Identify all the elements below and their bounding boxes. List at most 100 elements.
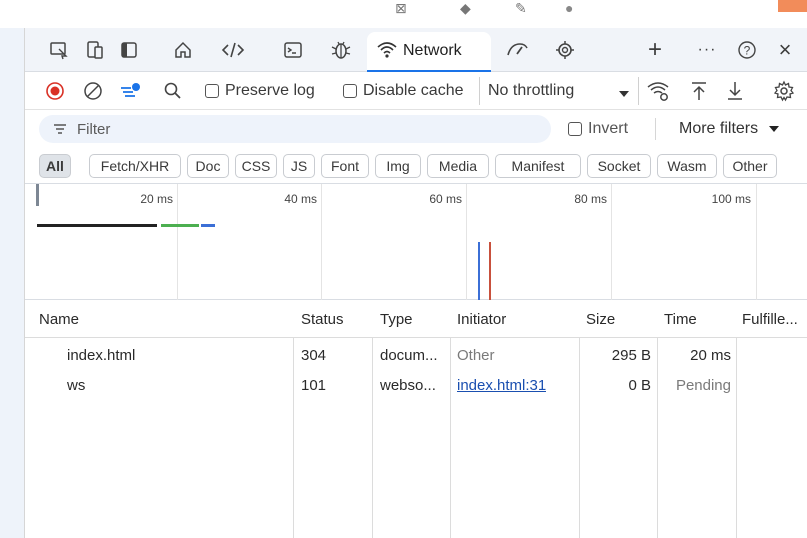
tab-network-label: Network	[403, 42, 462, 59]
network-settings-button[interactable]	[773, 72, 795, 110]
timeline-gridline	[321, 184, 322, 300]
upload-icon	[692, 82, 706, 100]
bug-debugger-icon[interactable]	[327, 36, 355, 64]
timeline-overview[interactable]: 20 ms 40 ms 60 ms 80 ms 100 ms	[25, 184, 807, 300]
record-icon	[46, 82, 64, 100]
request-name[interactable]: index.html	[67, 340, 135, 370]
elements-icon[interactable]	[219, 36, 247, 64]
wifi-settings-icon	[647, 82, 669, 101]
devtools-tabbar: Network + ··· ? ×	[25, 28, 807, 72]
more-filters-label: More filters	[679, 120, 759, 137]
wifi-icon	[377, 41, 397, 62]
import-har-button[interactable]	[689, 72, 709, 110]
request-status: 304	[301, 346, 327, 364]
chip-all[interactable]: All	[39, 154, 71, 178]
column-header-type[interactable]: Type	[380, 300, 413, 338]
domcontentloaded-marker	[478, 242, 480, 300]
chip-manifest[interactable]: Manifest	[495, 154, 581, 178]
column-header-time[interactable]: Time	[664, 300, 697, 338]
timeline-bar-receive	[161, 224, 199, 227]
download-icon	[728, 82, 742, 100]
filter-row: Filter Invert More filters	[25, 110, 807, 148]
table-row[interactable]: ws 101 webso... index.html:31 0 B Pendin…	[25, 370, 807, 400]
clear-button[interactable]	[83, 72, 103, 110]
column-header-initiator[interactable]: Initiator	[457, 300, 506, 338]
memory-icon[interactable]	[551, 36, 579, 64]
request-status: 101	[301, 376, 327, 394]
add-panel-icon[interactable]: +	[641, 36, 669, 64]
filter-lines-icon	[121, 83, 140, 97]
app-icon	[778, 0, 807, 12]
chip-css[interactable]: CSS	[235, 154, 277, 178]
chip-font[interactable]: Font	[321, 154, 369, 178]
export-har-button[interactable]	[725, 72, 745, 110]
gear-icon	[773, 80, 795, 102]
request-name[interactable]: ws	[67, 370, 85, 400]
disable-cache-label: Disable cache	[363, 82, 464, 99]
filter-input[interactable]: Filter	[39, 115, 551, 143]
record-button[interactable]	[45, 72, 65, 110]
network-toolbar: Preserve log Disable cache No throttling	[25, 72, 807, 110]
chip-wasm[interactable]: Wasm	[657, 154, 717, 178]
request-time: Pending	[675, 376, 731, 394]
inspect-element-icon[interactable]	[45, 36, 73, 64]
column-header-fulfilled-by[interactable]: Fulfille...	[742, 300, 807, 338]
performance-icon[interactable]	[503, 36, 531, 64]
timeline-tick-label: 60 ms	[429, 192, 462, 206]
window-icon: ◆	[460, 0, 471, 16]
welcome-home-icon[interactable]	[169, 36, 197, 64]
chip-js[interactable]: JS	[283, 154, 315, 178]
resource-type-filters: All Fetch/XHR Doc CSS JS Font Img Media …	[25, 148, 807, 184]
console-icon[interactable]	[279, 36, 307, 64]
checkbox-icon	[568, 122, 582, 136]
preserve-log-label: Preserve log	[225, 82, 315, 99]
dock-side-icon[interactable]	[115, 36, 143, 64]
chip-fetch-xhr[interactable]: Fetch/XHR	[89, 154, 181, 178]
preserve-log-checkbox[interactable]: Preserve log	[205, 72, 315, 110]
network-conditions-button[interactable]	[647, 72, 671, 110]
request-initiator: Other	[457, 346, 495, 364]
timeline-tick-label: 40 ms	[284, 192, 317, 206]
timeline-tick-label: 80 ms	[574, 192, 607, 206]
request-type: webso...	[380, 376, 436, 394]
request-initiator-link[interactable]: index.html:31	[457, 370, 546, 400]
checkbox-icon	[343, 84, 357, 98]
timeline-bar-dom	[201, 224, 215, 227]
throttling-select[interactable]: No throttling	[479, 77, 639, 105]
chip-doc[interactable]: Doc	[187, 154, 229, 178]
help-icon[interactable]: ?	[733, 36, 761, 64]
timeline-tick-label: 20 ms	[140, 192, 173, 206]
invert-checkbox[interactable]: Invert	[568, 110, 628, 148]
chip-other[interactable]: Other	[723, 154, 777, 178]
devtools-panel: Network + ··· ? × Preserve log Disable c…	[24, 28, 807, 538]
column-header-status[interactable]: Status	[301, 300, 344, 338]
window-icon: ✎	[515, 0, 527, 16]
timeline-gridline	[611, 184, 612, 300]
request-size: 0 B	[628, 376, 651, 394]
timeline-gridline	[177, 184, 178, 300]
table-row[interactable]: index.html 304 docum... Other 295 B 20 m…	[25, 340, 807, 370]
window-icon: ⊠	[395, 0, 407, 16]
filter-toggle-button[interactable]	[119, 72, 143, 110]
column-header-size[interactable]: Size	[586, 300, 615, 338]
search-icon	[164, 82, 181, 99]
search-button[interactable]	[163, 72, 183, 110]
throttling-value: No throttling	[488, 82, 575, 99]
request-type: docum...	[380, 346, 438, 364]
profile-icon: ●	[565, 0, 574, 16]
invert-label: Invert	[588, 120, 629, 137]
chip-socket[interactable]: Socket	[587, 154, 651, 178]
close-icon[interactable]: ×	[771, 36, 799, 64]
column-header-name[interactable]: Name	[39, 300, 79, 338]
load-marker	[489, 242, 491, 300]
tab-network[interactable]: Network	[367, 32, 491, 72]
more-filters-dropdown[interactable]: More filters	[679, 110, 780, 148]
more-options-icon[interactable]: ···	[693, 36, 721, 64]
disable-cache-checkbox[interactable]: Disable cache	[343, 72, 464, 110]
chip-media[interactable]: Media	[427, 154, 489, 178]
timeline-handle[interactable]	[36, 184, 39, 206]
chip-img[interactable]: Img	[375, 154, 421, 178]
window-top-strip: ⊠ ◆ ✎ ●	[0, 0, 807, 28]
timeline-gridline	[466, 184, 467, 300]
device-emulation-icon[interactable]	[81, 36, 109, 64]
